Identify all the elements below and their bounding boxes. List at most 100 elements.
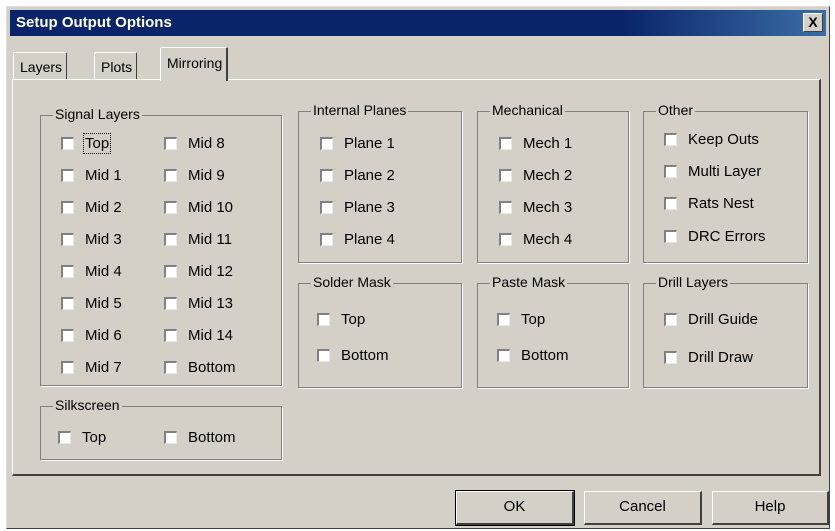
checkbox-signal-mid7[interactable]: Mid 7 [61,357,122,377]
checkbox-box[interactable] [664,350,677,364]
checkbox-box[interactable] [664,312,677,326]
checkbox-label: Bottom [341,346,389,364]
checkbox-mech-2[interactable]: Mech 2 [499,165,572,185]
checkbox-box[interactable] [499,168,512,182]
checkbox-signal-mid5[interactable]: Mid 5 [61,293,122,313]
checkbox-box[interactable] [61,232,74,246]
checkbox-plane-3[interactable]: Plane 3 [320,197,395,217]
checkbox-box[interactable] [61,200,74,214]
checkbox-label: Top [521,310,546,328]
checkbox-box[interactable] [497,348,510,362]
checkbox-label: Mid 6 [85,326,122,344]
checkbox-box[interactable] [664,196,677,210]
signal-layers-label: Signal Layers [53,106,142,123]
checkbox-box[interactable] [320,136,333,150]
checkbox-label: Mid 3 [85,230,122,248]
checkbox-signal-mid1[interactable]: Mid 1 [61,165,122,185]
window-title: Setup Output Options [16,14,172,31]
checkbox-label: Mid 5 [85,294,122,312]
checkbox-box[interactable] [317,348,330,362]
checkbox-box[interactable] [164,360,177,374]
checkbox-box[interactable] [61,168,74,182]
checkbox-box[interactable] [164,168,177,182]
checkbox-plane-1[interactable]: Plane 1 [320,133,395,153]
checkbox-signal-mid13[interactable]: Mid 13 [164,293,233,313]
checkbox-label: Top [341,310,366,328]
checkbox-drill-guide[interactable]: Drill Guide [664,309,758,329]
checkbox-label: Top [82,428,107,446]
tab-plots[interactable]: Plots [94,52,138,79]
checkbox-box[interactable] [61,360,74,374]
checkbox-signal-top[interactable]: Top [61,132,112,154]
checkbox-plane-2[interactable]: Plane 2 [320,165,395,185]
checkbox-drill-draw[interactable]: Drill Draw [664,347,753,367]
other-label: Other [656,102,696,119]
tab-mirroring[interactable]: Mirroring [160,47,229,81]
checkbox-signal-mid12[interactable]: Mid 12 [164,261,233,281]
checkbox-paste-mask-bottom[interactable]: Bottom [497,345,569,365]
checkbox-label: Mid 7 [85,358,122,376]
checkbox-box[interactable] [320,200,333,214]
checkbox-label: DRC Errors [688,227,766,245]
checkbox-drc-errors[interactable]: DRC Errors [664,226,766,246]
checkbox-signal-mid14[interactable]: Mid 14 [164,325,233,345]
checkbox-mech-3[interactable]: Mech 3 [499,197,572,217]
checkbox-label: Mid 10 [188,198,234,216]
checkbox-box[interactable] [664,164,677,178]
help-button[interactable]: Help [712,491,829,525]
ok-button[interactable]: OK [455,490,575,526]
checkbox-paste-mask-top[interactable]: Top [497,309,545,329]
checkbox-silkscreen-bottom[interactable]: Bottom [164,427,236,447]
checkbox-signal-mid11[interactable]: Mid 11 [164,229,232,249]
checkbox-box[interactable] [61,136,74,150]
checkbox-box[interactable] [320,168,333,182]
checkbox-keep-outs[interactable]: Keep Outs [664,129,759,149]
checkbox-solder-mask-bottom[interactable]: Bottom [317,345,389,365]
checkbox-box[interactable] [499,232,512,246]
checkbox-box[interactable] [164,200,177,214]
checkbox-plane-4[interactable]: Plane 4 [320,229,395,249]
checkbox-box[interactable] [58,430,71,444]
checkbox-box[interactable] [317,312,330,326]
checkbox-signal-mid8[interactable]: Mid 8 [164,133,225,153]
checkbox-silkscreen-top[interactable]: Top [58,427,106,447]
checkbox-box[interactable] [164,136,177,150]
checkbox-multi-layer[interactable]: Multi Layer [664,161,761,181]
cancel-button[interactable]: Cancel [584,491,702,525]
checkbox-box[interactable] [664,132,677,146]
checkbox-signal-mid9[interactable]: Mid 9 [164,165,225,185]
paste-mask-label: Paste Mask [490,274,568,291]
checkbox-signal-mid6[interactable]: Mid 6 [61,325,122,345]
checkbox-box[interactable] [499,136,512,150]
checkbox-label: Multi Layer [688,162,762,180]
checkbox-signal-mid2[interactable]: Mid 2 [61,197,122,217]
checkbox-signal-mid4[interactable]: Mid 4 [61,261,122,281]
checkbox-label: Plane 2 [344,166,395,184]
checkbox-box[interactable] [61,264,74,278]
checkbox-mech-4[interactable]: Mech 4 [499,229,572,249]
checkbox-box[interactable] [320,232,333,246]
checkbox-box[interactable] [164,232,177,246]
checkbox-mech-1[interactable]: Mech 1 [499,133,572,153]
checkbox-box[interactable] [164,430,177,444]
checkbox-solder-mask-top[interactable]: Top [317,309,365,329]
checkbox-label: Bottom [521,346,569,364]
checkbox-box[interactable] [61,296,74,310]
close-button[interactable]: X [803,13,823,32]
checkbox-box[interactable] [164,328,177,342]
internal-planes-label: Internal Planes [311,102,409,119]
checkbox-box[interactable] [664,229,677,243]
checkbox-box[interactable] [61,328,74,342]
checkbox-rats-nest[interactable]: Rats Nest [664,193,754,213]
checkbox-signal-mid3[interactable]: Mid 3 [61,229,122,249]
checkbox-signal-bottom[interactable]: Bottom [164,357,236,377]
title-bar[interactable]: Setup Output Options X [10,10,826,36]
checkbox-box[interactable] [499,200,512,214]
checkbox-signal-mid10[interactable]: Mid 10 [164,197,233,217]
checkbox-box[interactable] [164,264,177,278]
checkbox-box[interactable] [164,296,177,310]
checkbox-label: Bottom [188,358,236,376]
checkbox-label: Rats Nest [688,194,754,212]
tab-layers[interactable]: Layers [13,52,68,79]
checkbox-box[interactable] [497,312,510,326]
